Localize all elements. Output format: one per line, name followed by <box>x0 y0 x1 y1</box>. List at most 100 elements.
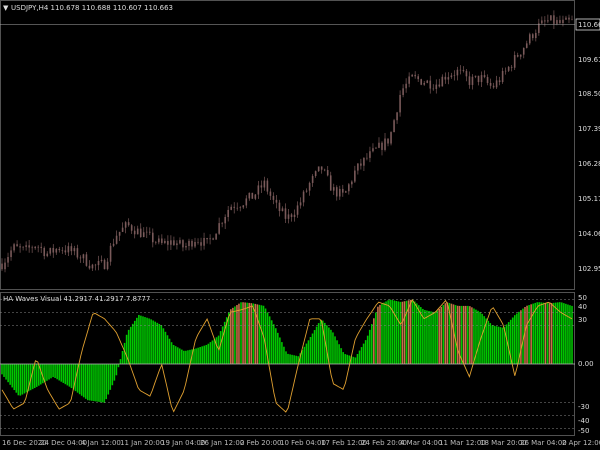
candle-body <box>417 76 419 80</box>
candle-body <box>338 188 341 197</box>
price-tick: 108.505 <box>578 90 600 98</box>
candle-body <box>52 247 55 253</box>
candle-body <box>516 55 519 57</box>
candle-body <box>332 187 335 191</box>
candle-body <box>79 257 82 259</box>
candle-body <box>209 238 211 240</box>
candle-body <box>1 263 3 270</box>
candle-body <box>483 75 486 78</box>
candle-body <box>4 262 6 270</box>
candle-body <box>145 231 148 233</box>
candle-body <box>341 188 344 193</box>
candle-body <box>148 231 151 233</box>
candle-body <box>194 241 196 247</box>
price-tick: 102.955 <box>578 265 600 273</box>
price-tick: 104.065 <box>578 230 600 238</box>
candle-body <box>28 245 30 248</box>
candle-body <box>471 76 474 85</box>
candle-body <box>170 240 172 245</box>
indicator-tick: 0.00 <box>578 360 594 368</box>
trading-chart-window[interactable]: ▼ USDJPY,H4 110.678 110.688 110.607 110.… <box>0 0 600 450</box>
candle-body <box>94 264 97 266</box>
indicator-tick: 50 <box>578 294 587 302</box>
time-tick: 2 Apr 12:00 <box>562 439 600 447</box>
indicator-axis[interactable]: 50 40 30 0.00 -30 -40 -50 <box>578 294 594 435</box>
candle-body <box>13 244 15 251</box>
candle-body <box>480 75 483 83</box>
candle-body <box>498 80 501 83</box>
candle-body <box>73 248 76 252</box>
candle-body <box>504 70 507 72</box>
candle-body <box>127 222 130 226</box>
candle-body <box>402 88 404 95</box>
candle-body <box>260 185 263 188</box>
candle-body <box>88 265 91 269</box>
candle-body <box>314 171 317 177</box>
candle-body <box>453 75 456 76</box>
candle-body <box>544 20 546 22</box>
candle-body <box>538 23 540 33</box>
candle-body <box>568 17 570 20</box>
candle-body <box>70 246 73 252</box>
candle-body <box>7 257 9 263</box>
candle-body <box>317 166 320 172</box>
candle-body <box>372 148 374 152</box>
candle-body <box>411 74 413 77</box>
time-axis[interactable]: 16 Dec 2020 24 Dec 04:00 4 Jan 12:00 11 … <box>2 439 600 447</box>
candle-body <box>239 207 242 208</box>
candle-body <box>158 238 160 243</box>
candle-body <box>151 232 154 243</box>
candle-body <box>354 170 356 182</box>
time-tick: 19 Jan 04:00 <box>161 439 205 447</box>
candle-body <box>510 66 513 68</box>
candle-body <box>393 120 395 133</box>
candle-body <box>423 82 426 85</box>
candlestick-series <box>1 10 573 273</box>
main-header-arrow[interactable]: ▼ <box>3 4 9 12</box>
candle-body <box>203 237 205 246</box>
candle-body <box>236 207 239 209</box>
candle-body <box>100 259 103 262</box>
candle-body <box>492 85 495 88</box>
candle-body <box>224 217 226 224</box>
candle-body <box>348 184 350 192</box>
candle-body <box>541 20 543 24</box>
candle-body <box>58 248 61 251</box>
price-axis[interactable]: 110.663 109.615 108.505 107.395 106.285 … <box>575 18 600 273</box>
candle-body <box>528 34 531 44</box>
candle-body <box>381 142 383 150</box>
candle-body <box>522 47 525 55</box>
candle-body <box>399 94 401 113</box>
candle-body <box>91 264 94 269</box>
candle-body <box>31 247 33 249</box>
candle-body <box>420 79 423 85</box>
candle-body <box>230 206 233 210</box>
candle-body <box>124 222 127 228</box>
candle-body <box>556 20 558 24</box>
candle-body <box>477 75 480 83</box>
candle-body <box>218 223 220 234</box>
time-tick: 11 Jan 20:00 <box>120 439 164 447</box>
candle-body <box>495 80 498 88</box>
chart-canvas[interactable]: ▼ USDJPY,H4 110.678 110.688 110.607 110.… <box>0 0 600 450</box>
candle-body <box>257 185 260 195</box>
candle-body <box>369 151 371 158</box>
candle-body <box>82 254 85 259</box>
candle-body <box>266 180 269 192</box>
candle-body <box>435 84 438 89</box>
candle-body <box>387 138 389 144</box>
candle-body <box>19 246 21 248</box>
candle-body <box>16 244 18 247</box>
candle-body <box>49 247 52 254</box>
candle-body <box>281 208 284 212</box>
candle-body <box>366 157 368 159</box>
time-tick: 11 Mar 12:00 <box>439 439 486 447</box>
candle-body <box>227 209 229 218</box>
candle-body <box>46 253 49 257</box>
indicator-tick: -30 <box>578 403 589 411</box>
histogram-series <box>1 299 573 403</box>
candle-body <box>43 247 46 257</box>
candle-body <box>37 246 39 248</box>
candle-body <box>441 76 444 87</box>
candle-body <box>290 214 293 218</box>
